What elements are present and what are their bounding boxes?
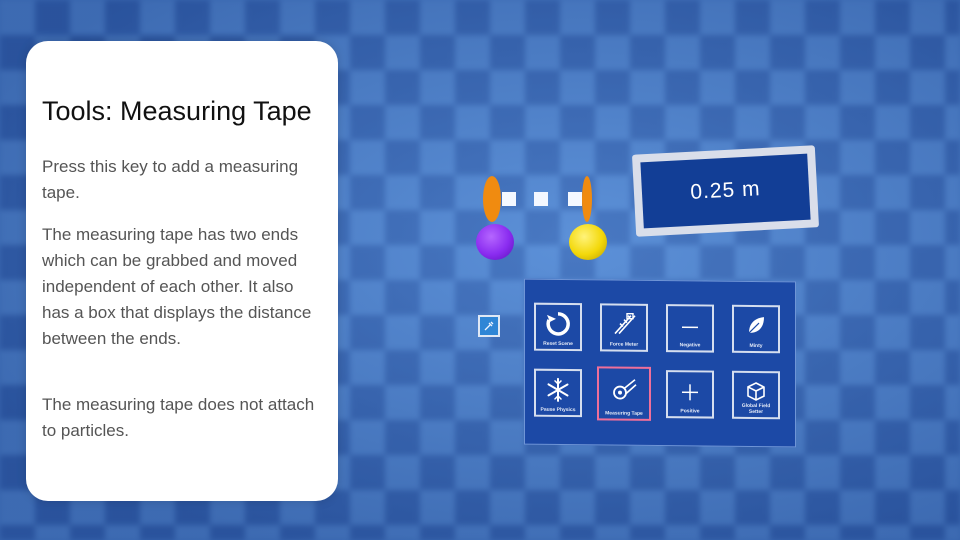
tool-minty[interactable]: Minty [732,304,780,354]
tape-end-right[interactable] [568,176,610,260]
card-title: Tools: Measuring Tape [42,96,312,126]
tape-end-left[interactable] [474,176,516,260]
cube-icon [747,382,765,401]
tape-end-right-sphere[interactable] [569,224,607,260]
leaf-icon [748,317,764,334]
plus-icon [682,384,698,401]
distance-readout-box: 0.25 m [631,145,820,237]
tool-label: Global Field Setter [741,402,771,416]
tool-reset-scene[interactable]: Reset Scene [534,302,582,352]
card-paragraph-1: Press this key to add a measuring tape. [42,157,299,202]
instruction-card: Tools: Measuring Tape Press this key to … [26,41,338,501]
tool-label: Force Meter [609,341,639,348]
measuring-tape-icon [613,379,637,400]
minus-icon [682,326,698,329]
reset-icon [546,312,570,336]
tool-label: Minty [749,342,763,350]
snowflake-icon [547,377,569,402]
tool-measuring-tape[interactable]: Measuring Tape [597,366,651,421]
tape-end-right-handle[interactable] [582,176,592,222]
tool-panel: Reset Scene Force Meter Negative Minty P… [524,278,796,448]
force-meter-icon [614,312,636,335]
tape-end-left-handle[interactable] [483,176,501,222]
tape-segment [534,192,548,206]
card-paragraph-2: The measuring tape has two ends which ca… [42,225,312,348]
card-paragraph-3: The measuring tape does not attach to pa… [42,395,315,440]
eyedropper-icon [484,321,494,331]
tool-global-field-setter[interactable]: Global Field Setter [732,370,780,420]
tape-segment [502,192,516,206]
tool-label: Pause Physics [540,406,576,414]
tool-force-meter[interactable]: Force Meter [600,303,648,352]
tool-label: Reset Scene [543,340,573,348]
distance-readout-value: 0.25 m [640,153,811,229]
eyedropper-button[interactable] [478,315,500,337]
tool-pause-physics[interactable]: Pause Physics [534,368,582,418]
tool-label: Negative [679,342,701,349]
tape-end-left-sphere[interactable] [476,224,514,260]
tool-positive[interactable]: Positive [666,370,714,419]
tool-label: Measuring Tape [605,410,643,417]
tool-negative[interactable]: Negative [666,304,714,353]
tool-label: Positive [680,408,700,415]
